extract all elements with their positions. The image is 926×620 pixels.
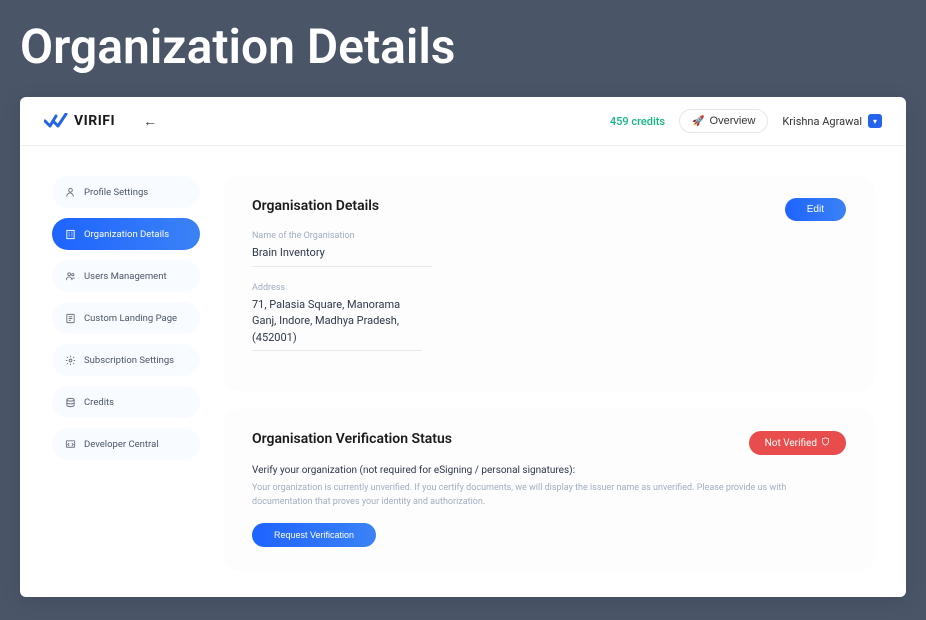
org-address-value: 71, Palasia Square, Manorama Ganj, Indor…: [252, 297, 422, 352]
coins-icon: [64, 396, 76, 408]
sidebar-item-label: Profile Settings: [84, 187, 148, 198]
org-details-card: Organisation Details Edit Name of the Or…: [224, 176, 874, 389]
sidebar-item-label: Developer Central: [84, 439, 159, 450]
sidebar-item-subscription-settings[interactable]: Subscription Settings: [52, 344, 200, 376]
code-icon: [64, 438, 76, 450]
app-window: VIRIFI ← 459 credits 🚀 Overview Krishna …: [20, 97, 906, 597]
chevron-down-icon: ▾: [873, 117, 877, 126]
sidebar-item-label: Users Management: [84, 271, 167, 282]
org-address-field: Address 71, Palasia Square, Manorama Gan…: [252, 283, 846, 352]
sidebar-item-label: Custom Landing Page: [84, 313, 177, 324]
edit-button[interactable]: Edit: [785, 198, 846, 221]
sidebar-item-credits[interactable]: Credits: [52, 386, 200, 418]
content-area: Organisation Details Edit Name of the Or…: [224, 176, 874, 569]
org-name-value: Brain Inventory: [252, 245, 432, 267]
user-name: Krishna Agrawal: [782, 115, 862, 128]
sidebar-item-organization-details[interactable]: Organization Details: [52, 218, 200, 250]
org-address-label: Address: [252, 283, 846, 293]
org-details-title: Organisation Details: [252, 198, 379, 214]
credits-display[interactable]: 459 credits: [610, 115, 665, 128]
shield-icon: [821, 437, 830, 449]
page-heading: Organization Details: [0, 0, 926, 97]
verification-subtitle: Verify your organization (not required f…: [252, 465, 846, 476]
arrow-left-icon: ←: [143, 113, 157, 129]
gear-icon: [64, 354, 76, 366]
person-icon: [64, 186, 76, 198]
org-name-field: Name of the Organisation Brain Inventory: [252, 231, 846, 267]
status-badge-text: Not Verified: [765, 438, 817, 449]
page-icon: [64, 312, 76, 324]
logo[interactable]: VIRIFI: [44, 113, 115, 129]
verification-title: Organisation Verification Status: [252, 431, 452, 447]
sidebar: Profile Settings Organization Details Us…: [52, 176, 200, 569]
sidebar-item-users-management[interactable]: Users Management: [52, 260, 200, 292]
building-icon: [64, 228, 76, 240]
overview-label: Overview: [710, 115, 756, 127]
back-button[interactable]: ←: [139, 110, 161, 132]
sidebar-item-label: Credits: [84, 397, 114, 408]
verification-card: Organisation Verification Status Not Ver…: [224, 409, 874, 569]
overview-button[interactable]: 🚀 Overview: [679, 109, 768, 133]
sidebar-item-developer-central[interactable]: Developer Central: [52, 428, 200, 460]
rocket-icon: 🚀: [692, 116, 704, 127]
sidebar-item-profile-settings[interactable]: Profile Settings: [52, 176, 200, 208]
sidebar-item-custom-landing-page[interactable]: Custom Landing Page: [52, 302, 200, 334]
users-icon: [64, 270, 76, 282]
main-layout: Profile Settings Organization Details Us…: [20, 146, 906, 597]
topbar: VIRIFI ← 459 credits 🚀 Overview Krishna …: [20, 97, 906, 146]
user-menu-toggle[interactable]: ▾: [868, 114, 882, 128]
logo-text: VIRIFI: [74, 113, 115, 129]
sidebar-item-label: Subscription Settings: [84, 355, 174, 366]
org-name-label: Name of the Organisation: [252, 231, 846, 241]
logo-icon: [44, 113, 68, 129]
sidebar-item-label: Organization Details: [84, 229, 169, 240]
request-verification-button[interactable]: Request Verification: [252, 523, 376, 547]
verification-status-badge: Not Verified: [749, 431, 846, 455]
verification-body: Your organization is currently unverifie…: [252, 482, 846, 509]
